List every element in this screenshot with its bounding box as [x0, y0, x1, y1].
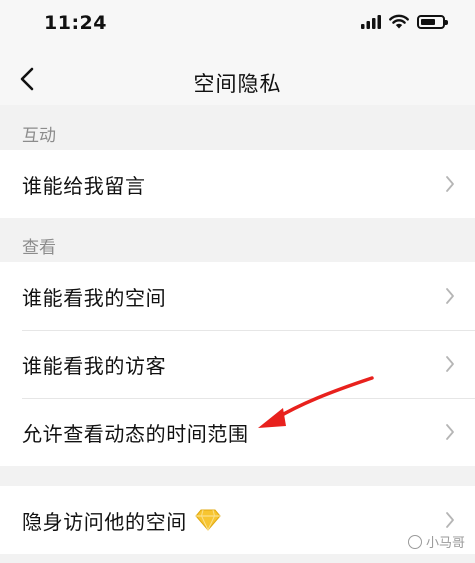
row-who-can-view-visitors[interactable]: 谁能看我的访客 [0, 330, 475, 398]
chevron-right-icon [446, 512, 454, 528]
signal-icon [361, 14, 381, 29]
group-view: 谁能看我的空间 谁能看我的访客 允许查看动态的时间范围 [0, 262, 475, 466]
row-label: 隐身访问他的空间 [22, 509, 187, 534]
watermark-logo-icon [407, 534, 422, 549]
section-label-view: 查看 [22, 238, 56, 258]
header: 11:24 空间隐私 [0, 0, 475, 105]
privacy-settings-screen: 11:24 空间隐私 互动 谁能给我留言 查看 谁能看我的空间 谁能看我的访客 … [0, 0, 475, 563]
row-feed-time-range[interactable]: 允许查看动态的时间范围 [0, 398, 475, 466]
row-label: 谁能给我留言 [22, 173, 146, 198]
row-who-can-comment[interactable]: 谁能给我留言 [0, 150, 475, 218]
status-icons [361, 14, 448, 29]
group-stealth: 隐身访问他的空间 [0, 486, 475, 554]
watermark-text: 小马哥 [425, 536, 465, 551]
chevron-right-icon [446, 288, 454, 304]
status-time: 11:24 [44, 12, 107, 34]
section-label-interaction: 互动 [22, 126, 56, 146]
row-label: 谁能看我的访客 [22, 353, 167, 378]
chevron-right-icon [446, 424, 454, 440]
row-who-can-view-space[interactable]: 谁能看我的空间 [0, 262, 475, 330]
wifi-icon [389, 14, 409, 29]
row-stealth-visit[interactable]: 隐身访问他的空间 [0, 486, 475, 554]
watermark: 小马哥 [407, 532, 465, 551]
group-interaction: 谁能给我留言 [0, 150, 475, 218]
row-label: 允许查看动态的时间范围 [22, 421, 249, 446]
row-label: 谁能看我的空间 [22, 285, 167, 310]
page-title: 空间隐私 [193, 72, 282, 96]
diamond-icon [195, 509, 221, 531]
chevron-right-icon [446, 176, 454, 192]
chevron-right-icon [446, 356, 454, 372]
battery-icon [417, 14, 448, 29]
